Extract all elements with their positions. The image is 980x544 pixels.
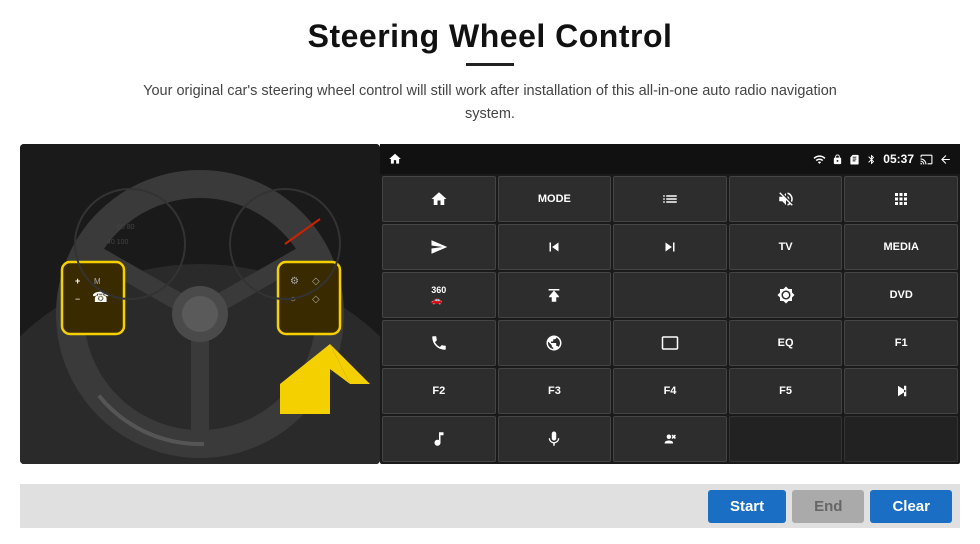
page-subtitle: Your original car's steering wheel contr… [140,80,840,126]
bottom-bar: Start End Clear [20,484,960,528]
btn-media[interactable]: MEDIA [844,224,958,270]
btn-music[interactable] [382,416,496,462]
btn-eq[interactable]: EQ [729,320,843,366]
page-title: Steering Wheel Control [308,18,673,55]
start-button[interactable]: Start [708,490,786,523]
cast-icon [920,153,933,166]
screen-panel: 05:37 MODE [380,144,960,464]
svg-text:⚙: ⚙ [290,276,299,287]
title-divider [466,63,514,66]
status-bar: 05:37 [380,144,960,174]
btn-volphone[interactable] [613,416,727,462]
btn-eject[interactable] [498,272,612,318]
btn-phone[interactable] [382,320,496,366]
btn-nav[interactable] [498,320,612,366]
lock-icon [832,154,843,165]
svg-text:−: − [75,294,80,304]
status-time: 05:37 [883,152,914,166]
home-icon [388,152,402,166]
btn-mode[interactable]: MODE [498,176,612,222]
btn-f4[interactable]: F4 [613,368,727,414]
btn-dvd[interactable]: DVD [844,272,958,318]
btn-mute[interactable] [729,176,843,222]
svg-text:M: M [94,277,101,286]
btn-send[interactable] [382,224,496,270]
svg-text:◇: ◇ [312,276,320,287]
sim-icon [849,154,860,165]
buttons-grid: MODE [380,174,960,464]
btn-home[interactable] [382,176,496,222]
svg-text:60 80: 60 80 [117,224,135,231]
steering-wheel-image: + M − ☎ ⚙ ◇ ○ ◇ 60 80 40 100 [20,144,380,464]
btn-apps[interactable] [844,176,958,222]
svg-text:◇: ◇ [312,294,320,305]
btn-empty1 [729,416,843,462]
btn-prev[interactable] [498,224,612,270]
clear-button[interactable]: Clear [870,490,952,523]
bluetooth-icon [866,153,877,166]
btn-f1[interactable]: F1 [844,320,958,366]
btn-tv[interactable]: TV [729,224,843,270]
btn-brightness[interactable] [729,272,843,318]
btn-radio[interactable] [613,272,727,318]
wifi-icon [813,153,826,166]
content-row: + M − ☎ ⚙ ◇ ○ ◇ 60 80 40 100 [20,144,960,484]
btn-360[interactable]: 360🚗 [382,272,496,318]
end-button[interactable]: End [792,490,864,523]
btn-f2[interactable]: F2 [382,368,496,414]
page-container: Steering Wheel Control Your original car… [0,0,980,544]
back-icon [939,153,952,166]
svg-text:+: + [75,276,80,286]
status-left [388,152,402,166]
btn-screen[interactable] [613,320,727,366]
btn-next[interactable] [613,224,727,270]
btn-empty2 [844,416,958,462]
btn-mic[interactable] [498,416,612,462]
btn-list[interactable] [613,176,727,222]
svg-text:40 100: 40 100 [107,239,129,246]
btn-f3[interactable]: F3 [498,368,612,414]
btn-playpause[interactable] [844,368,958,414]
status-right: 05:37 [813,152,952,166]
btn-f5[interactable]: F5 [729,368,843,414]
